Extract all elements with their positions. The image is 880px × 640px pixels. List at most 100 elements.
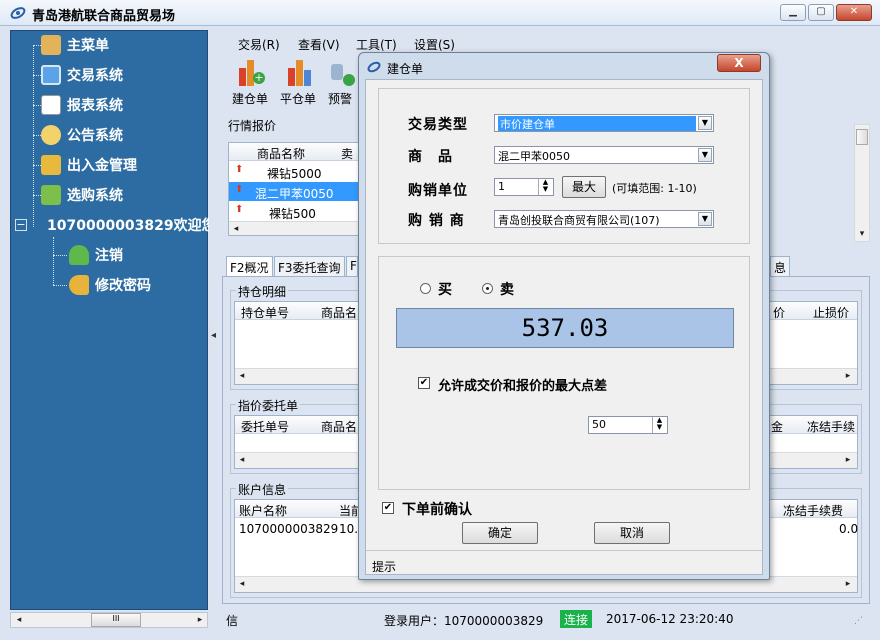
key-icon — [69, 275, 89, 295]
sidebar-horizontal-scrollbar[interactable]: ◂ III ▸ — [10, 612, 208, 628]
account-title: 账户信息 — [236, 481, 289, 498]
scroll-down-arrow-icon[interactable]: ▾ — [855, 227, 869, 241]
quote-row-selected[interactable]: ⬆ 混二甲苯0050 — [229, 182, 369, 201]
sidebar-item-main-menu[interactable]: 主菜单 — [41, 32, 109, 58]
coins-icon — [41, 155, 61, 175]
scroll-left-arrow-icon[interactable]: ◂ — [235, 577, 249, 591]
home-icon — [41, 35, 61, 55]
collapse-toggle-icon[interactable]: − — [15, 219, 27, 231]
maximize-button[interactable]: ▢ — [808, 4, 834, 21]
unit-stepper[interactable]: 1 ▲ ▼ — [494, 178, 554, 196]
orders-header-product: 商品名 — [321, 420, 358, 434]
status-bar: 信 登录用户：1070000003829 连接 2017-06-12 23:20… — [220, 608, 872, 630]
chevron-down-icon[interactable]: ▼ — [698, 116, 712, 130]
stepper-arrows-icon[interactable]: ▲ ▼ — [652, 417, 666, 433]
quotes-hscrollbar[interactable]: ◂ — [229, 221, 369, 235]
quotes-grid: 商品名称 卖 ⬆ 裸钻5000 ⬆ 混二甲苯0050 ⬆ 裸钻500 ◂ — [228, 142, 370, 236]
chart-report-icon — [41, 95, 61, 115]
status-login-user: 登录用户：1070000003829 — [384, 614, 544, 628]
tab-info[interactable]: 息 — [770, 256, 790, 276]
dialog-title: 建仓单 — [387, 62, 424, 76]
positions-header-price: 价 — [773, 306, 786, 320]
quotes-header-name: 商品名称 — [257, 147, 306, 161]
sell-label: 卖 — [500, 282, 514, 298]
sidebar-item-purchase-system[interactable]: 选购系统 — [41, 182, 123, 208]
max-button[interactable]: 最大 — [562, 176, 606, 198]
scroll-left-arrow-icon[interactable]: ◂ — [12, 613, 26, 627]
sidebar-item-report-system[interactable]: 报表系统 — [41, 92, 123, 118]
main-title-bar: 青岛港航联合商品贸易场 ▁ ▢ ✕ — [0, 0, 880, 26]
up-arrow-icon: ⬆ — [235, 164, 244, 175]
minimize-button[interactable]: ▁ — [780, 4, 806, 21]
scroll-left-arrow-icon[interactable]: ◂ — [235, 369, 249, 383]
buy-radio[interactable] — [420, 283, 431, 294]
quotes-title: 行情报价 — [228, 119, 277, 133]
scroll-right-arrow-icon[interactable]: ▸ — [193, 613, 207, 627]
up-arrow-icon: ⬆ — [235, 184, 244, 195]
cancel-button[interactable]: 取消 — [594, 522, 670, 544]
open-position-dialog: 建仓单 X 交易类型 市价建仓单 ▼ 商 品 混二甲苯0050 ▼ 购销单位 1… — [358, 52, 770, 580]
open-position-button[interactable]: + 建仓单 — [228, 56, 272, 110]
divider — [366, 550, 762, 551]
quotes-vscrollbar[interactable]: ▴ ▾ — [854, 124, 870, 242]
tab-overview[interactable]: F2概况 — [226, 256, 273, 276]
positions-title: 持仓明细 — [236, 283, 289, 300]
sidebar-item-change-password[interactable]: 修改密码 — [69, 272, 151, 298]
bar-chart-add-icon: + — [235, 56, 265, 88]
scroll-right-arrow-icon[interactable]: ▸ — [841, 577, 855, 591]
scroll-right-arrow-icon[interactable]: ▸ — [841, 453, 855, 467]
sidebar-item-announcement-system[interactable]: 公告系统 — [41, 122, 123, 148]
stepper-arrows-icon[interactable]: ▲ ▼ — [538, 179, 552, 195]
app-logo-icon — [10, 7, 26, 19]
ok-button[interactable]: 确定 — [462, 522, 538, 544]
quotes-header-sell: 卖 — [341, 147, 354, 161]
price-group — [378, 256, 750, 490]
menu-trade[interactable]: 交易(R) — [238, 36, 280, 53]
trade-type-select[interactable]: 市价建仓单 ▼ — [494, 114, 714, 132]
confirm-before-order-checkbox[interactable]: ✔ — [382, 502, 394, 514]
up-arrow-icon: ⬆ — [235, 204, 244, 215]
scroll-right-arrow-icon[interactable]: ▸ — [841, 369, 855, 383]
menu-settings[interactable]: 设置(S) — [414, 36, 455, 53]
close-button[interactable]: ✕ — [836, 4, 872, 21]
chevron-down-icon[interactable]: ▼ — [698, 148, 712, 162]
shopping-cart-icon — [41, 185, 61, 205]
sidebar-item-funds-management[interactable]: 出入金管理 — [41, 152, 137, 178]
sidebar-item-user-welcome[interactable]: 1070000003829欢迎您 — [41, 212, 209, 238]
scrollbar-thumb[interactable] — [856, 129, 868, 145]
sidebar-item-logout[interactable]: 注销 — [69, 242, 123, 268]
quotes-header: 商品名称 卖 — [229, 143, 369, 161]
resize-grip-icon[interactable]: ⋰ — [854, 616, 863, 626]
account-header-frozen-fee: 冻结手续费 — [783, 504, 844, 518]
sell-radio[interactable] — [482, 283, 493, 294]
bar-chart-icon — [283, 56, 313, 88]
tab-order-query[interactable]: F3委托查询 — [274, 256, 345, 276]
merchant-label: 购 销 商 — [408, 213, 465, 229]
speaker-icon — [325, 56, 355, 88]
dialog-close-button[interactable]: X — [717, 54, 761, 72]
merchant-select[interactable]: 青岛创投联合商贸有限公司(107) ▼ — [494, 210, 714, 228]
alert-button[interactable]: 预警 — [320, 56, 360, 110]
scrollbar-thumb[interactable]: III — [91, 613, 141, 627]
close-position-button[interactable]: 平仓单 — [276, 56, 320, 110]
allow-diff-checkbox[interactable]: ✔ — [418, 377, 430, 389]
quote-row[interactable]: ⬆ 裸钻5000 — [229, 162, 369, 181]
unit-range-hint: (可填范围: 1-10) — [612, 182, 697, 195]
product-label: 商 品 — [408, 149, 453, 165]
orders-title: 指价委托单 — [236, 397, 301, 414]
product-select[interactable]: 混二甲苯0050 ▼ — [494, 146, 714, 164]
buy-label: 买 — [438, 282, 452, 298]
app-title: 青岛港航联合商品贸易场 — [32, 9, 176, 24]
max-diff-stepper[interactable]: 50 ▲ ▼ — [588, 416, 668, 434]
chevron-down-icon[interactable]: ▼ — [698, 212, 712, 226]
orders-header-amount: 金 — [771, 420, 784, 434]
splitter-collapse-icon[interactable]: ◂ — [211, 330, 216, 341]
menu-tools[interactable]: 工具(T) — [356, 36, 397, 53]
menu-view[interactable]: 查看(V) — [298, 36, 340, 53]
user-icon — [69, 245, 89, 265]
sidebar-item-trading-system[interactable]: 交易系统 — [41, 62, 123, 88]
hint-text: 提示 — [372, 560, 397, 574]
quote-row[interactable]: ⬆ 裸钻500 — [229, 202, 369, 221]
tab-hidden-partial[interactable]: F — [346, 256, 358, 276]
scroll-left-arrow-icon[interactable]: ◂ — [235, 453, 249, 467]
